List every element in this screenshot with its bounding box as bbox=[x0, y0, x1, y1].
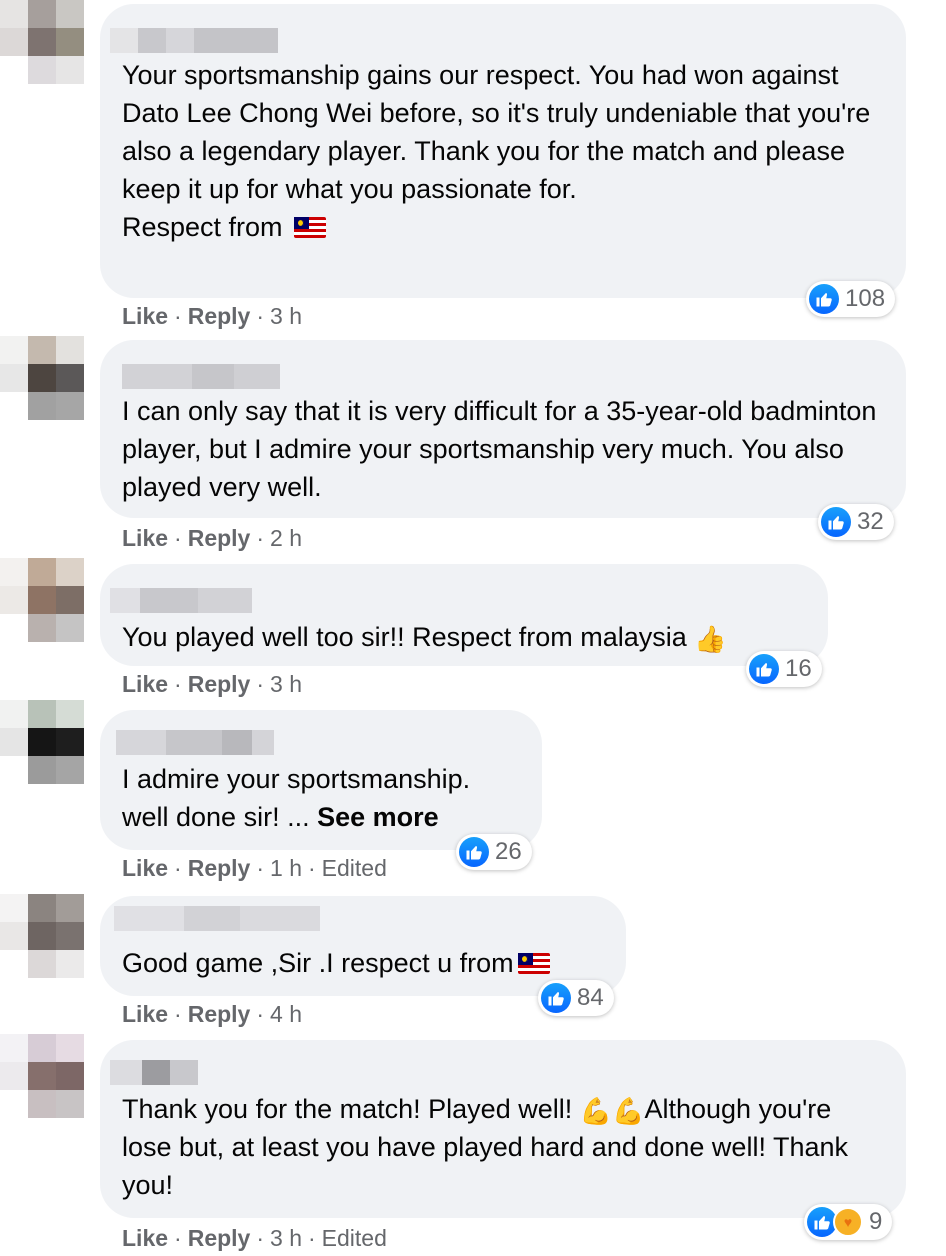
reaction-count-badge[interactable]: 84 bbox=[538, 980, 614, 1016]
malaysia-flag-icon bbox=[294, 217, 327, 238]
comment-text: I admire your sportsmanship. well done s… bbox=[122, 764, 471, 832]
like-reaction-icon bbox=[809, 284, 839, 314]
reaction-count: 108 bbox=[845, 285, 886, 312]
reaction-count-badge[interactable]: 108 bbox=[806, 281, 896, 317]
like-button[interactable]: Like bbox=[122, 855, 168, 881]
timestamp[interactable]: 3 h bbox=[270, 671, 302, 697]
see-more-link[interactable]: See more bbox=[317, 802, 439, 832]
reply-button[interactable]: Reply bbox=[188, 303, 251, 329]
commenter-name-blurred[interactable] bbox=[110, 588, 252, 613]
reply-button[interactable]: Reply bbox=[188, 671, 251, 697]
care-reaction-icon: ♥ bbox=[833, 1207, 863, 1237]
comment-actions: Like · Reply · 1 h · Edited bbox=[122, 855, 387, 881]
reaction-count: 16 bbox=[785, 655, 812, 682]
commenter-name-blurred[interactable] bbox=[110, 1060, 198, 1085]
reaction-count-badge[interactable]: 26 bbox=[456, 834, 532, 870]
avatar[interactable] bbox=[0, 336, 84, 420]
comment-text: You played well too sir!! Respect from m… bbox=[122, 622, 727, 654]
like-reaction-icon bbox=[541, 983, 571, 1013]
comment-bubble: Thank you for the match! Played well! 💪💪… bbox=[100, 1040, 906, 1218]
comment-actions: Like · Reply · 3 h · Edited bbox=[122, 1225, 387, 1251]
like-button[interactable]: Like bbox=[122, 1225, 168, 1251]
commenter-name-blurred[interactable] bbox=[114, 906, 320, 931]
avatar[interactable] bbox=[0, 1034, 84, 1118]
reaction-count: 26 bbox=[495, 838, 522, 865]
like-button[interactable]: Like bbox=[122, 1001, 168, 1027]
comment-bubble: I can only say that it is very difficult… bbox=[100, 340, 906, 518]
comment-actions: Like · Reply · 2 h bbox=[122, 525, 302, 551]
comment-bubble: Your sportsmanship gains our respect. Yo… bbox=[100, 4, 906, 298]
timestamp[interactable]: 2 h bbox=[270, 525, 302, 551]
like-reaction-icon bbox=[459, 837, 489, 867]
commenter-name-blurred[interactable] bbox=[110, 28, 278, 53]
like-reaction-icon bbox=[749, 654, 779, 684]
timestamp[interactable]: 3 h bbox=[270, 303, 302, 329]
edited-label[interactable]: Edited bbox=[322, 1225, 387, 1251]
flexed-biceps-emoji-icon: 💪 bbox=[579, 1096, 613, 1126]
commenter-name-blurred[interactable] bbox=[122, 364, 280, 389]
timestamp[interactable]: 3 h bbox=[270, 1225, 302, 1251]
comment-text: I can only say that it is very difficult… bbox=[122, 396, 884, 502]
avatar[interactable] bbox=[0, 894, 84, 978]
commenter-name-blurred[interactable] bbox=[116, 730, 274, 755]
reaction-count-badge[interactable]: 16 bbox=[746, 651, 822, 687]
comment-actions: Like · Reply · 4 h bbox=[122, 1001, 302, 1027]
flexed-biceps-emoji-icon: 💪 bbox=[612, 1096, 645, 1126]
reply-button[interactable]: Reply bbox=[188, 1225, 251, 1251]
comment-bubble: I admire your sportsmanship. well done s… bbox=[100, 710, 542, 850]
thumbs-up-emoji-icon: 👍 bbox=[694, 624, 727, 654]
like-button[interactable]: Like bbox=[122, 671, 168, 697]
comment-bubble: You played well too sir!! Respect from m… bbox=[100, 564, 828, 666]
edited-label[interactable]: Edited bbox=[322, 855, 387, 881]
reply-button[interactable]: Reply bbox=[188, 1001, 251, 1027]
comment-text: Thank you for the match! Played well! 💪💪… bbox=[122, 1094, 856, 1200]
avatar[interactable] bbox=[0, 700, 84, 784]
avatar[interactable] bbox=[0, 558, 84, 642]
reply-button[interactable]: Reply bbox=[188, 525, 251, 551]
comment-actions: Like · Reply · 3 h bbox=[122, 671, 302, 697]
like-reaction-icon bbox=[821, 507, 851, 537]
reaction-count: 32 bbox=[857, 508, 884, 535]
reaction-count-badge[interactable]: ♥ 9 bbox=[804, 1204, 893, 1240]
comment-text: Your sportsmanship gains our respect. Yo… bbox=[122, 60, 871, 242]
like-button[interactable]: Like bbox=[122, 303, 168, 329]
comment-actions: Like · Reply · 3 h bbox=[122, 303, 302, 329]
reaction-count-badge[interactable]: 32 bbox=[818, 504, 894, 540]
reply-button[interactable]: Reply bbox=[188, 855, 251, 881]
avatar[interactable] bbox=[0, 0, 84, 84]
timestamp[interactable]: 1 h bbox=[270, 855, 302, 881]
malaysia-flag-icon bbox=[517, 953, 550, 974]
reaction-count: 84 bbox=[577, 984, 604, 1011]
reaction-count: 9 bbox=[869, 1208, 883, 1235]
like-button[interactable]: Like bbox=[122, 525, 168, 551]
timestamp[interactable]: 4 h bbox=[270, 1001, 302, 1027]
comment-text: Good game ,Sir .I respect u from bbox=[122, 944, 608, 982]
